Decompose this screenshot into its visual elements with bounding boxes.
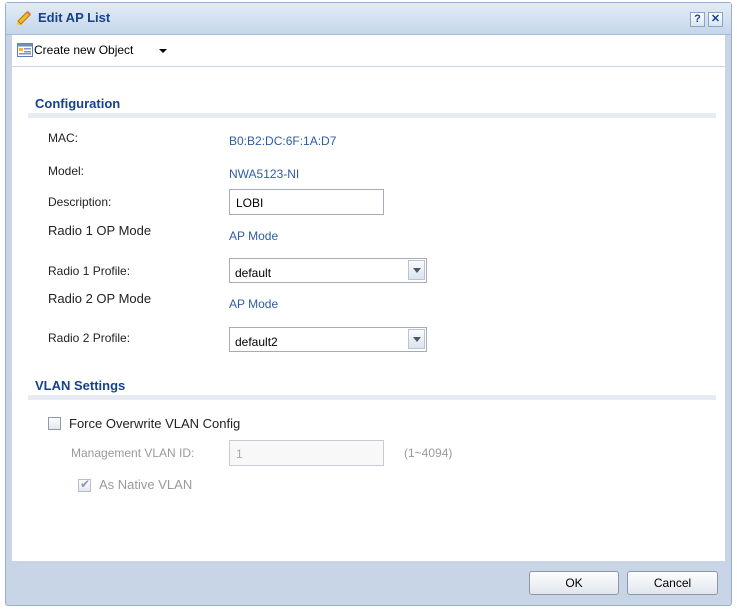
vlan-section-title: VLAN Settings <box>35 378 126 393</box>
title-bar[interactable]: Edit AP List ? ✕ <box>6 3 731 35</box>
create-new-object-menu[interactable]: Create new Object <box>34 43 133 57</box>
radio2-op-mode-value: AP Mode <box>229 297 279 311</box>
create-object-icon <box>17 43 33 57</box>
close-button[interactable]: ✕ <box>708 12 723 27</box>
model-label: Model: <box>48 164 85 178</box>
edit-ap-list-dialog: Edit AP List ? ✕ Create new Object Confi… <box>5 2 732 606</box>
radio2-profile-value: default2 <box>235 335 278 349</box>
radio2-profile-label: Radio 2 Profile: <box>48 331 131 345</box>
radio2-profile-select[interactable]: default2 <box>229 327 427 352</box>
radio1-op-mode-value: AP Mode <box>229 229 279 243</box>
native-vlan-checkbox[interactable]: ✔ <box>78 477 91 492</box>
chevron-down-icon[interactable] <box>408 260 425 280</box>
cancel-button[interactable]: Cancel <box>627 571 718 595</box>
description-input[interactable]: LOBI <box>229 189 384 215</box>
model-value: NWA5123-NI <box>229 167 300 181</box>
radio1-profile-value: default <box>235 266 272 280</box>
mac-label: MAC: <box>48 131 78 145</box>
radio1-op-mode-label: Radio 1 OP Mode <box>48 223 152 238</box>
chevron-down-icon[interactable] <box>408 329 425 349</box>
force-overwrite-label[interactable]: Force Overwrite VLAN Config <box>69 416 240 431</box>
radio1-profile-label: Radio 1 Profile: <box>48 264 131 278</box>
radio2-op-mode-label: Radio 2 OP Mode <box>48 291 152 306</box>
chevron-down-icon[interactable] <box>159 49 167 53</box>
description-label: Description: <box>48 195 112 209</box>
help-button[interactable]: ? <box>690 12 705 27</box>
vlan-range-hint: (1~4094) <box>404 446 453 460</box>
ok-button[interactable]: OK <box>529 571 619 595</box>
section-divider <box>28 113 716 118</box>
management-vlan-input[interactable]: 1 <box>229 440 384 466</box>
force-overwrite-checkbox[interactable] <box>48 417 61 430</box>
dialog-title: Edit AP List <box>38 10 111 25</box>
mac-value: B0:B2:DC:6F:1A:D7 <box>229 134 337 148</box>
checkmark-icon: ✔ <box>80 477 91 491</box>
toolbar: Create new Object <box>12 35 725 67</box>
pencil-edit-icon <box>17 11 31 25</box>
configuration-section-title: Configuration <box>35 96 121 111</box>
radio1-profile-select[interactable]: default <box>229 258 427 283</box>
native-vlan-label[interactable]: As Native VLAN <box>99 477 192 492</box>
management-vlan-label: Management VLAN ID: <box>71 446 195 460</box>
form-content: Configuration MAC: B0:B2:DC:6F:1A:D7 Mod… <box>12 67 725 561</box>
section-divider <box>28 395 716 400</box>
